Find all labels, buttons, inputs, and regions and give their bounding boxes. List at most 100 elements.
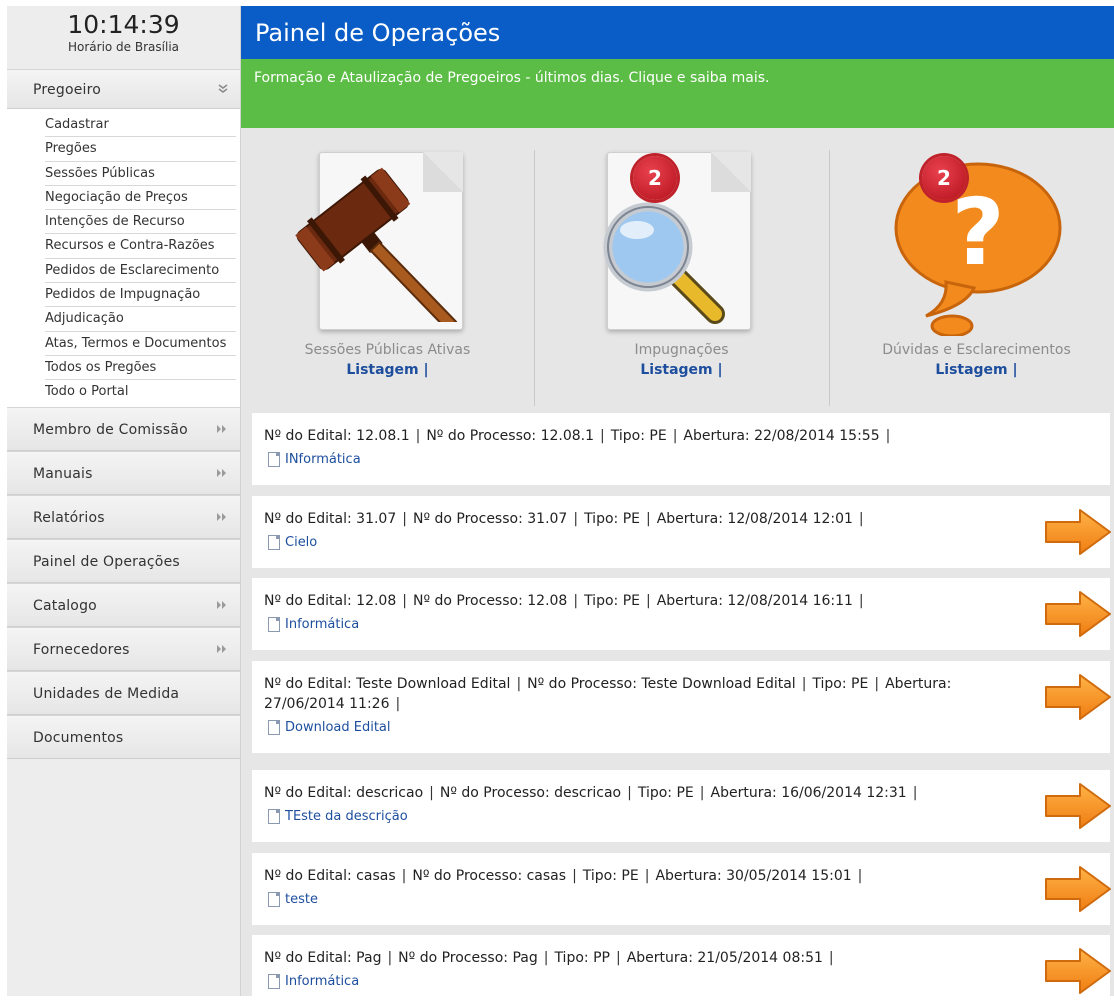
menu-documentos[interactable]: Documentos [7,714,240,759]
tipo-label: Tipo: [584,593,619,609]
submenu-item[interactable]: Negociação de Preços [45,186,236,211]
menu-catalogo[interactable]: Catalogo [7,582,240,627]
menu-painel-de-opera-es[interactable]: Painel de Operações [7,538,240,583]
document-icon [268,974,280,989]
menu-unidades-de-medida[interactable]: Unidades de Medida [7,670,240,715]
submenu-item[interactable]: Cadastrar [45,113,236,138]
abertura-label: Abertura: [683,428,750,444]
record-details: Nº do Edital: Pag | Nº do Processo: Pag | Ti… [264,948,1024,968]
document-link[interactable]: teste [264,892,1110,907]
go-arrow-icon[interactable] [1042,780,1114,832]
separator: | [646,593,651,609]
edital-value: Teste Download Edital [356,676,511,692]
operations-panel: Sessões Públicas Ativas Listagem | 2 Imp… [241,128,1114,406]
magnifier-icon [603,202,725,324]
tipo-label: Tipo: [582,868,617,884]
separator: | [885,428,891,444]
listagem-link[interactable]: Listagem | [535,362,828,378]
submenu-item[interactable]: Pedidos de Esclarecimento [45,259,236,284]
go-arrow-icon[interactable] [1042,671,1114,723]
clock-zone: Horário de Brasília [67,40,180,54]
document-title[interactable]: Cielo [285,535,317,550]
separator: | [429,785,434,801]
news-banner[interactable]: Formação e Ataulização de Pregoeiros - ú… [241,59,1114,128]
menu-pregoeiro[interactable]: Pregoeiro [7,69,240,109]
document-link[interactable]: Download Edital [264,720,1110,735]
menu-membro-de-comiss-o[interactable]: Membro de Comissão [7,406,240,451]
record-row: Nº do Edital: descricao | Nº do Processo: … [252,770,1111,842]
go-arrow-icon[interactable] [1042,588,1114,640]
separator: | [672,428,678,444]
processo-label: Nº do Processo: [398,950,508,966]
document-link[interactable]: INformática [264,452,1110,467]
record-row: Nº do Edital: 12.08 | Nº do Processo: 12.0… [252,578,1111,650]
abertura-label: Abertura: [710,785,777,801]
edital-label: Nº do Edital: [264,950,352,966]
submenu-item[interactable]: Todo o Portal [45,380,236,404]
edital-value: casas [356,868,396,884]
record-details: Nº do Edital: descricao | Nº do Processo: … [264,783,1024,803]
document-icon [268,720,280,735]
menu-label: Documentos [33,729,124,746]
abertura-label: Abertura: [885,676,952,692]
separator: | [644,868,650,884]
submenu-item[interactable]: Adjudicação [45,307,236,332]
separator: | [858,593,864,609]
panel-duvidas[interactable]: ? 2 Dúvidas e Esclarecimentos Listagem | [830,142,1114,400]
document-link[interactable]: Cielo [264,535,1110,550]
submenu-item[interactable]: Sessões Públicas [45,162,236,186]
submenu-item[interactable]: Todos os Pregões [45,356,236,381]
panel-impugnacoes[interactable]: 2 Impugnações Listagem | [535,142,828,400]
tipo-value: PE [621,868,639,884]
submenu-item[interactable]: Intenções de Recurso [45,210,236,235]
document-title[interactable]: Informática [285,974,359,989]
record-details: Nº do Edital: 31.07 | Nº do Processo: 31.0… [264,509,1024,529]
panel-sessoes[interactable]: Sessões Públicas Ativas Listagem | [241,142,534,400]
edital-value: 12.08.1 [356,428,410,444]
document-title[interactable]: Download Edital [285,720,391,735]
submenu-item[interactable]: Pedidos de Impugnação [45,283,236,308]
submenu-item[interactable]: Pregões [45,137,236,162]
tipo-value: PE [676,785,694,801]
abertura-label: Abertura: [656,511,723,527]
separator: | [572,868,577,884]
expand-arrow-icon [216,628,228,672]
processo-value: 31.07 [527,511,568,527]
go-arrow-icon[interactable] [1042,945,1114,997]
menu-fornecedores[interactable]: Fornecedores [7,626,240,672]
submenu-item[interactable]: Atas, Termos e Documentos [45,332,236,356]
expand-arrow-icon [216,452,228,496]
document-title[interactable]: TEste da descrição [285,809,408,824]
document-link[interactable]: Informática [264,974,1110,989]
submenu-item[interactable]: Recursos e Contra-Razões [45,234,236,259]
document-title[interactable]: Informática [285,617,359,632]
separator: | [395,696,401,712]
processo-value: casas [526,868,567,884]
record-details: Nº do Edital: 12.08 | Nº do Processo: 12.0… [264,591,1024,611]
tipo-label: Tipo: [610,428,645,444]
tipo-value: PP [593,950,610,966]
menu-manuais[interactable]: Manuais [7,450,240,496]
separator: | [828,950,834,966]
listagem-link[interactable]: Listagem | [241,362,534,378]
menu-relat-rios[interactable]: Relatórios [7,494,240,539]
record-row: Nº do Edital: Pag | Nº do Processo: Pag | Ti… [252,935,1111,1007]
go-arrow-icon[interactable] [1042,863,1114,915]
separator: | [857,868,863,884]
go-arrow-icon[interactable] [1042,506,1114,558]
separator: | [387,950,393,966]
clock: 10:14:39 Horário de Brasília [7,6,240,69]
document-title[interactable]: teste [285,892,318,907]
document-link[interactable]: TEste da descrição [264,809,1110,824]
menu-label: Painel de Operações [33,553,180,570]
news-text[interactable]: Formação e Ataulização de Pregoeiros - ú… [254,70,770,86]
edital-value: 12.08 [356,593,397,609]
abertura-label: Abertura: [626,950,693,966]
processo-value: Teste Download Edital [641,676,796,692]
listagem-link[interactable]: Listagem | [830,362,1114,378]
clock-time: 10:14:39 [67,10,180,39]
document-link[interactable]: Informática [264,617,1110,632]
separator: | [615,950,621,966]
document-title[interactable]: INformática [285,452,361,467]
separator: | [912,785,918,801]
